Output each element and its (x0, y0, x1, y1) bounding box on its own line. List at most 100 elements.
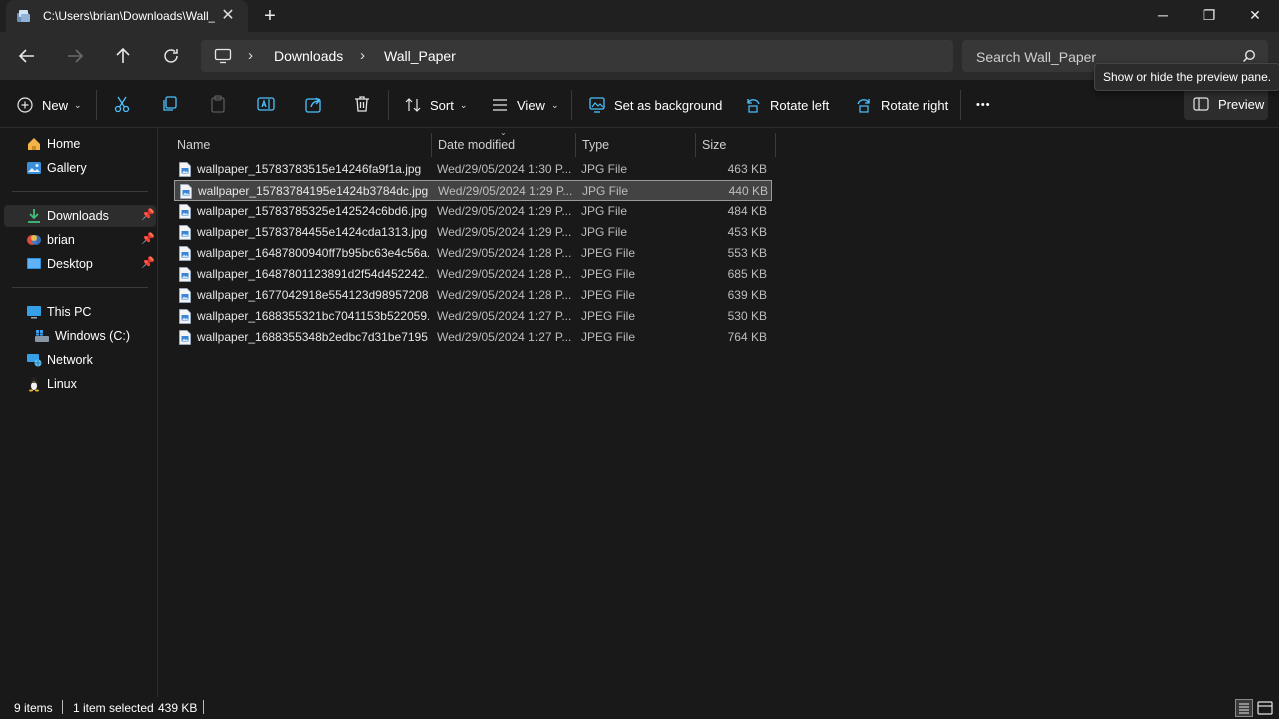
sidebar-item-label: Linux (47, 377, 77, 391)
arrow-left-icon (18, 49, 34, 63)
breadcrumb-chevron-icon[interactable]: › (248, 47, 253, 64)
back-button[interactable] (15, 44, 39, 68)
close-window-button[interactable]: ✕ (1232, 0, 1278, 32)
forward-button[interactable] (63, 44, 87, 68)
divider (388, 90, 389, 120)
delete-button[interactable] (352, 94, 372, 114)
item-count: 9 items (14, 701, 53, 715)
file-name: wallpaper_16487801123891d2f54d452242... (197, 267, 429, 281)
monitor-icon (214, 48, 232, 64)
cut-button[interactable] (112, 94, 132, 114)
file-size: 463 KB (727, 162, 767, 176)
chevron-down-icon: ⌄ (550, 99, 559, 110)
view-label: View (517, 97, 545, 113)
new-button[interactable]: New ⌄ (16, 92, 82, 118)
file-row[interactable]: wallpaper_15783784455e1424cda1313.jpg We… (174, 222, 772, 243)
search-icon[interactable] (1242, 49, 1256, 63)
share-icon (305, 97, 321, 113)
file-type: JPG File (582, 184, 629, 198)
file-size: 440 KB (728, 184, 768, 198)
file-name: wallpaper_1688355348b2edbc7d31be7195... (197, 330, 429, 344)
image-file-icon (179, 246, 191, 261)
file-row[interactable]: wallpaper_1688355348b2edbc7d31be7195... … (174, 327, 772, 348)
file-row[interactable]: wallpaper_1688355321bc7041153b522059... … (174, 306, 772, 327)
file-name: wallpaper_15783784455e1424cda1313.jpg (197, 225, 428, 239)
arrow-up-icon (116, 47, 130, 63)
file-row[interactable]: wallpaper_15783785325e142524c6bd6.jpg We… (174, 201, 772, 222)
address-bar[interactable]: › Downloads › Wall_Paper (201, 40, 953, 72)
file-row[interactable]: wallpaper_16487801123891d2f54d452242... … (174, 264, 772, 285)
column-header-type[interactable]: Type (576, 133, 696, 157)
tab-title: C:\Users\brian\Downloads\Wall_Paper (43, 9, 215, 23)
file-date-modified: Wed/29/05/2024 1:28 P... (437, 246, 571, 260)
sidebar-item-network[interactable]: Network (4, 349, 156, 371)
sidebar-item-this-pc[interactable]: This PC (4, 301, 156, 323)
sort-button[interactable]: Sort ⌄ (404, 92, 467, 118)
set-background-icon (589, 97, 605, 113)
desktop-icon (27, 258, 41, 269)
sidebar-item-gallery[interactable]: Gallery (4, 157, 156, 179)
rename-button[interactable] (256, 94, 276, 114)
file-type: JPG File (581, 162, 628, 176)
copy-icon (163, 96, 177, 111)
rotate-right-button[interactable]: Rotate right (855, 92, 948, 118)
sidebar-item-brian[interactable]: brian 📌 (4, 229, 156, 251)
divider (960, 90, 961, 120)
details-view-icon[interactable] (1235, 699, 1253, 717)
window-tab[interactable]: C:\Users\brian\Downloads\Wall_Paper ✕ (6, 0, 248, 32)
file-name: wallpaper_1677042918e554123d98957208... (197, 288, 429, 302)
rotate-right-label: Rotate right (881, 97, 949, 113)
minimize-button[interactable]: ─ (1140, 0, 1186, 32)
sidebar-item-label: brian (47, 233, 75, 247)
file-date-modified: Wed/29/05/2024 1:29 P... (438, 184, 572, 198)
navigation-bar: › Downloads › Wall_Paper Search Wall_Pap… (0, 32, 1279, 80)
more-options-button[interactable]: ••• (976, 92, 991, 118)
file-size: 530 KB (727, 309, 767, 323)
arrow-right-icon (68, 49, 84, 63)
file-row[interactable]: wallpaper_15783784195e1424b3784dc.jpg We… (174, 180, 772, 201)
chevron-down-icon: ⌄ (459, 99, 468, 110)
up-button[interactable] (111, 44, 135, 68)
breadcrumb-downloads[interactable]: Downloads (274, 48, 343, 64)
file-name: wallpaper_15783783515e14246fa9f1a.jpg (197, 162, 422, 176)
breadcrumb-chevron-icon[interactable]: › (360, 47, 365, 64)
sidebar-item-label: This PC (47, 305, 92, 319)
column-header-name[interactable]: Name (171, 133, 432, 157)
pin-icon: 📌 (141, 209, 155, 221)
trash-icon (355, 96, 369, 112)
breadcrumb-wall-paper[interactable]: Wall_Paper (384, 48, 456, 64)
preview-pane-button[interactable]: Preview (1184, 88, 1268, 120)
file-size: 484 KB (727, 204, 767, 218)
status-separator (62, 700, 63, 714)
image-file-icon (179, 288, 191, 303)
set-as-background-button[interactable]: Set as background (588, 92, 722, 118)
maximize-button[interactable]: ❐ (1186, 0, 1232, 32)
tiles-view-icon[interactable] (1256, 699, 1274, 717)
copy-button[interactable] (160, 94, 180, 114)
divider (96, 90, 97, 120)
user-folder-icon (27, 235, 41, 245)
rename-icon (257, 97, 275, 111)
file-row[interactable]: wallpaper_15783783515e14246fa9f1a.jpg We… (174, 159, 772, 180)
file-name: wallpaper_1688355321bc7041153b522059... (197, 309, 429, 323)
column-header-size[interactable]: Size (696, 133, 776, 157)
view-button[interactable]: View ⌄ (491, 92, 559, 118)
image-file-icon (180, 184, 192, 199)
share-button[interactable] (304, 94, 324, 114)
chevron-down-icon: ⌄ (74, 99, 82, 110)
rotate-left-button[interactable]: Rotate left (744, 92, 829, 118)
paste-button[interactable] (208, 94, 228, 114)
file-row[interactable]: wallpaper_16487800940ff7b95bc63e4c56a...… (174, 243, 772, 264)
sidebar-item-windows-c[interactable]: Windows (C:) (4, 325, 156, 347)
sidebar-item-desktop[interactable]: Desktop 📌 (4, 253, 156, 275)
sidebar-item-home[interactable]: Home (4, 133, 156, 155)
command-bar: New ⌄ Sort ⌄ View ⌄ Set as background Ro… (0, 80, 1279, 128)
new-tab-button[interactable]: + (260, 6, 280, 27)
refresh-button[interactable] (159, 44, 183, 68)
sidebar-item-downloads[interactable]: Downloads 📌 (4, 205, 156, 227)
sidebar-item-linux[interactable]: Linux (4, 373, 156, 395)
tab-close-button[interactable]: ✕ (219, 7, 237, 25)
file-size: 685 KB (727, 267, 767, 281)
status-bar: 9 items 1 item selected 439 KB (0, 697, 1279, 719)
file-row[interactable]: wallpaper_1677042918e554123d98957208... … (174, 285, 772, 306)
